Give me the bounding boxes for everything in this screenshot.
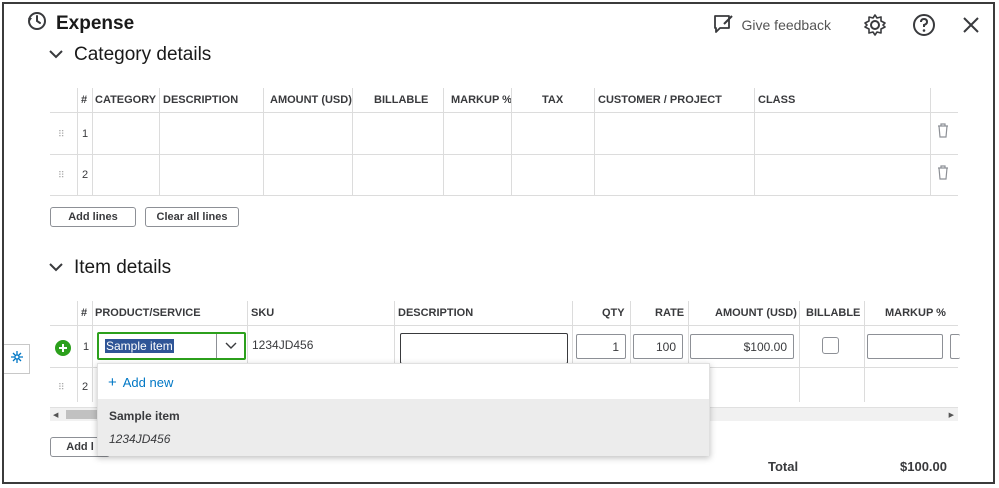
rate-input[interactable]: 100 <box>633 334 683 359</box>
feedback-label: Give feedback <box>741 17 832 33</box>
divider <box>352 88 353 195</box>
plus-icon: + <box>108 374 117 391</box>
divider <box>77 88 78 195</box>
product-dropdown-menu: + Add new Sample item 1234JD456 <box>97 363 710 456</box>
col-customer-project: CUSTOMER / PROJECT <box>598 94 722 106</box>
drag-handle-icon[interactable]: ⠿ <box>58 170 65 181</box>
col-description: DESCRIPTION <box>398 307 474 319</box>
chevron-down-icon <box>48 44 64 66</box>
scroll-right-icon[interactable]: ▶ <box>949 411 954 419</box>
item-details-toggle[interactable]: Item details <box>48 257 171 279</box>
row-number: 2 <box>82 169 89 181</box>
amount-input[interactable]: $100.00 <box>690 334 794 359</box>
divider <box>92 301 93 402</box>
divider <box>50 154 958 155</box>
add-row-icon[interactable] <box>55 340 71 361</box>
divider <box>77 301 78 402</box>
side-panel-tab[interactable] <box>4 344 30 374</box>
scroll-left-icon[interactable]: ◀ <box>53 411 58 419</box>
gear-icon[interactable] <box>863 13 887 37</box>
row-number: 2 <box>82 381 89 393</box>
add-lines-button[interactable]: Add lines <box>50 207 136 227</box>
qty-input[interactable]: 1 <box>576 334 626 359</box>
description-input[interactable] <box>400 333 568 364</box>
chevron-down-icon <box>48 257 64 279</box>
history-icon[interactable] <box>26 10 48 37</box>
help-icon[interactable] <box>911 12 937 38</box>
option-name: Sample item <box>109 409 180 423</box>
col-rate: RATE <box>655 307 685 319</box>
col-description: DESCRIPTION <box>163 94 239 106</box>
row-number: 1 <box>83 341 90 353</box>
category-table-header: # CATEGORY DESCRIPTION AMOUNT (USD) BILL… <box>50 88 958 112</box>
product-option-sample-item[interactable]: Sample item 1234JD456 <box>98 399 709 456</box>
divider <box>50 112 958 113</box>
sparkle-icon <box>10 350 24 369</box>
item-details-title: Item details <box>74 257 172 278</box>
divider <box>263 88 264 195</box>
row-number: 1 <box>82 128 89 140</box>
col-tax: TAX <box>542 94 564 106</box>
col-amount: AMOUNT (USD) <box>270 94 352 106</box>
page-title: Expense <box>56 12 135 34</box>
col-markup: MARKUP % <box>451 94 512 106</box>
clear-all-lines-button[interactable]: Clear all lines <box>145 207 239 227</box>
col-qty: QTY <box>602 307 625 319</box>
divider <box>799 301 800 402</box>
feedback-icon <box>712 13 736 38</box>
add-new-option[interactable]: + Add new <box>108 375 173 390</box>
markup-input[interactable] <box>867 334 943 359</box>
tax-input[interactable] <box>950 334 960 359</box>
divider <box>50 195 958 196</box>
drag-handle-icon[interactable]: ⠿ <box>58 382 65 393</box>
sku-value: 1234JD456 <box>252 338 314 352</box>
divider <box>92 88 93 195</box>
chevron-down-icon[interactable] <box>216 334 244 358</box>
col-number: # <box>81 94 88 106</box>
col-number: # <box>81 307 88 319</box>
total-label: Total <box>768 459 799 474</box>
item-table-header: # PRODUCT/SERVICE SKU DESCRIPTION QTY RA… <box>50 301 958 325</box>
divider <box>594 88 595 195</box>
divider <box>443 88 444 195</box>
header: Expense Give feedback <box>4 4 993 48</box>
add-new-label: Add new <box>122 375 174 390</box>
divider <box>754 88 755 195</box>
title-area: Expense <box>26 10 134 37</box>
col-amount: AMOUNT (USD) <box>715 307 797 319</box>
divider <box>864 301 865 402</box>
col-billable: BILLABLE <box>806 307 861 319</box>
add-lines-label: Add l <box>66 441 94 453</box>
close-icon[interactable] <box>961 15 981 35</box>
divider <box>159 88 160 195</box>
option-sku: 1234JD456 <box>109 432 171 446</box>
category-details-toggle[interactable]: Category details <box>48 44 211 66</box>
total-value: $100.00 <box>900 459 947 474</box>
expense-window: Expense Give feedback Category details #… <box>2 2 995 484</box>
col-markup: MARKUP % <box>885 307 946 319</box>
divider <box>930 88 931 195</box>
product-service-select[interactable]: Sample item <box>97 332 246 360</box>
col-product-service: PRODUCT/SERVICE <box>95 307 201 319</box>
col-category: CATEGORY <box>95 94 157 106</box>
billable-checkbox[interactable] <box>822 337 839 354</box>
col-class: CLASS <box>758 94 796 106</box>
category-details-title: Category details <box>74 44 212 65</box>
give-feedback-link[interactable]: Give feedback <box>712 13 832 38</box>
product-service-value: Sample item <box>105 339 174 353</box>
col-sku: SKU <box>251 307 275 319</box>
trash-icon[interactable] <box>936 122 950 143</box>
col-billable: BILLABLE <box>374 94 429 106</box>
divider <box>511 88 512 195</box>
drag-handle-icon[interactable]: ⠿ <box>58 129 65 140</box>
trash-icon[interactable] <box>936 164 950 185</box>
divider <box>50 325 958 326</box>
